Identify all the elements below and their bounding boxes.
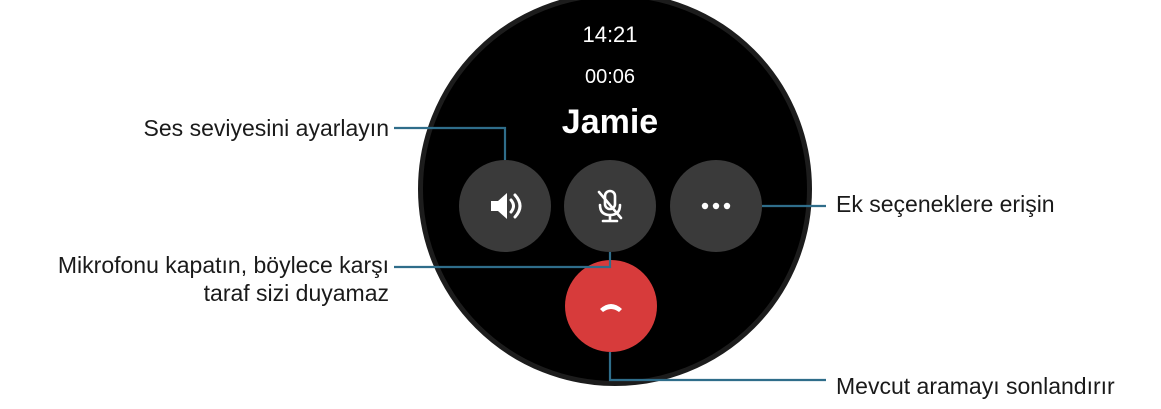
annotation-volume: Ses seviyesini ayarlayın <box>143 115 389 141</box>
annotation-mute: Mikrofonu kapatın, böylece karşı taraf s… <box>58 251 389 307</box>
annotation-more-options: Ek seçeneklere erişin <box>836 191 1055 217</box>
leader-mic <box>394 252 612 269</box>
annotation-mute-line1: Mikrofonu kapatın, böylece karşı <box>57 252 389 278</box>
annotation-mute-line2: taraf sizi duyamaz <box>203 280 389 306</box>
annotation-end-call: Mevcut aramayı sonlandırır <box>836 373 1115 399</box>
leader-volume <box>394 126 507 160</box>
leader-end <box>608 352 826 382</box>
